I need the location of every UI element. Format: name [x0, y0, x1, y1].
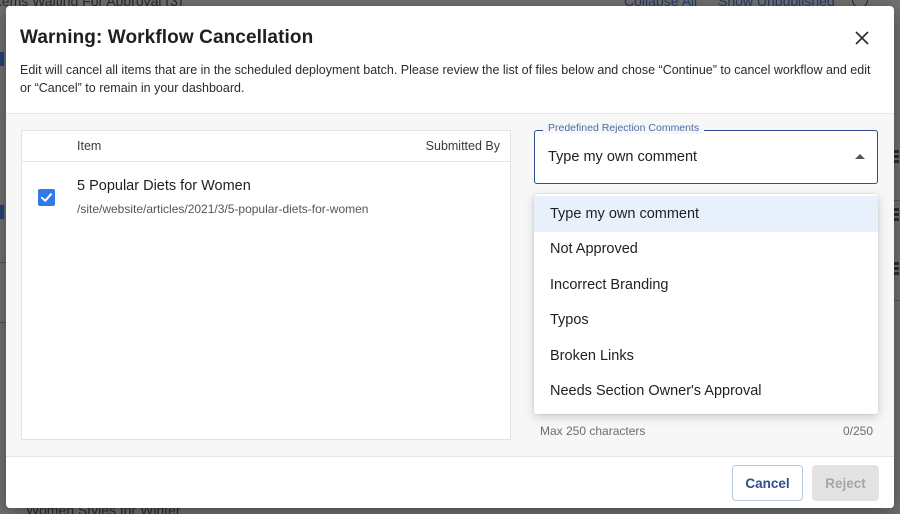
dialog-footer: Cancel Reject: [6, 456, 894, 508]
dialog-body: Item Submitted By 5 Popular Diets for Wo…: [6, 114, 894, 456]
column-header-submitted-by: Submitted By: [425, 139, 500, 153]
bg-drag-handle-icon: [894, 208, 899, 222]
max-characters-hint: Max 250 characters: [540, 424, 646, 438]
menu-option-incorrect-branding[interactable]: Incorrect Branding: [534, 267, 878, 303]
menu-option-needs-section-owner-approval[interactable]: Needs Section Owner's Approval: [534, 374, 878, 410]
menu-option-type-my-own-comment[interactable]: Type my own comment: [534, 196, 878, 232]
item-checkbox[interactable]: [38, 189, 55, 206]
caret-up-icon: [855, 154, 865, 159]
workflow-cancellation-dialog: Warning: Workflow Cancellation Edit will…: [6, 6, 894, 508]
menu-option-broken-links[interactable]: Broken Links: [534, 338, 878, 374]
close-button[interactable]: [850, 26, 874, 50]
rejection-comments-select[interactable]: Predefined Rejection Comments Type my ow…: [534, 122, 878, 184]
table-row[interactable]: 5 Popular Diets for Women /site/website/…: [22, 162, 510, 222]
column-header-item: Item: [77, 139, 102, 153]
item-title: 5 Popular Diets for Women: [77, 178, 251, 194]
item-path: /site/website/articles/2021/3/5-popular-…: [77, 202, 369, 216]
menu-option-typos[interactable]: Typos: [534, 303, 878, 339]
menu-option-not-approved[interactable]: Not Approved: [534, 232, 878, 268]
reject-button[interactable]: Reject: [812, 465, 879, 501]
table-header: Item Submitted By: [22, 131, 510, 162]
rejection-comments-label: Predefined Rejection Comments: [543, 122, 705, 134]
items-table: Item Submitted By 5 Popular Diets for Wo…: [21, 130, 511, 440]
rejection-comments-menu: Type my own comment Not Approved Incorre…: [534, 194, 878, 414]
cancel-button[interactable]: Cancel: [732, 465, 803, 501]
bg-divider: [894, 200, 900, 201]
dialog-title: Warning: Workflow Cancellation: [20, 27, 314, 48]
character-counter: 0/250: [842, 424, 873, 438]
checkmark-icon: [41, 193, 52, 202]
bg-drag-handle-icon: [894, 262, 899, 276]
bg-checkbox-mark: [0, 52, 4, 66]
bg-drag-handle-icon: [894, 150, 899, 164]
bg-checkbox-mark: [0, 205, 4, 219]
bg-divider: [894, 300, 900, 301]
rejection-comments-value: Type my own comment: [548, 149, 698, 165]
dialog-header: Warning: Workflow Cancellation Edit will…: [6, 6, 894, 114]
dialog-description: Edit will cancel all items that are in t…: [20, 63, 871, 95]
close-icon: [855, 31, 869, 45]
